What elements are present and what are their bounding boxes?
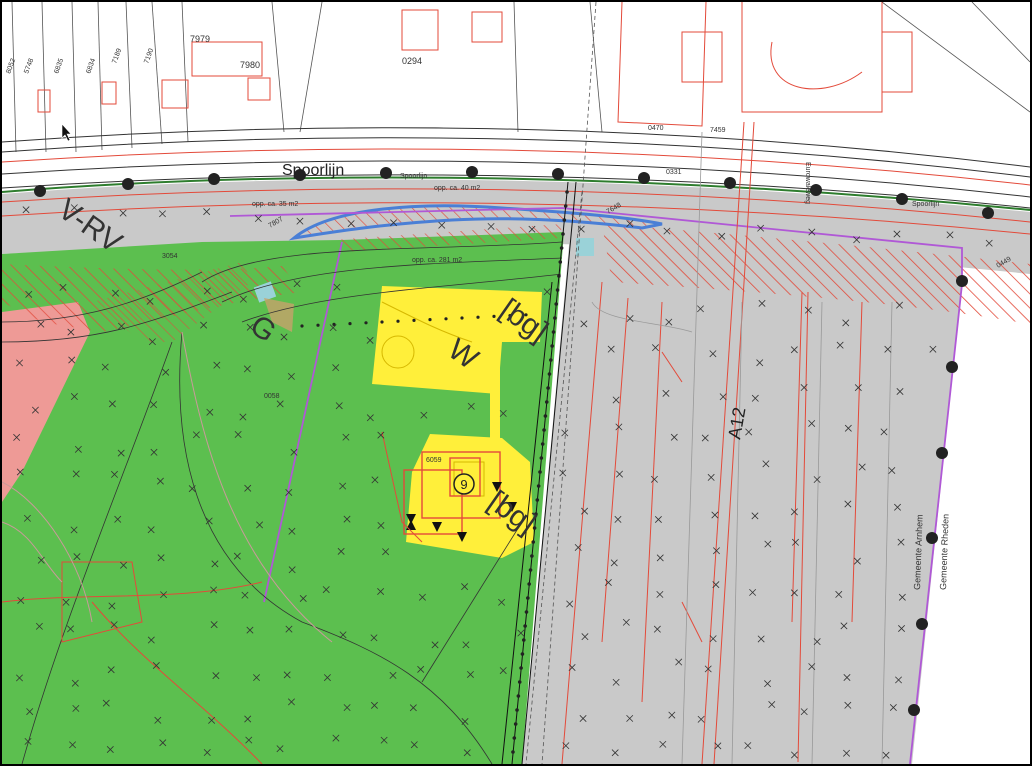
parcel-number: 7979 — [190, 34, 210, 44]
area-label-2: opp. ca. 40 m2 — [434, 185, 480, 192]
parcel-number: 0470 — [648, 125, 664, 132]
small-dot — [528, 568, 533, 572]
small-dot — [515, 708, 519, 712]
small-dot — [521, 638, 526, 642]
small-dot — [300, 324, 304, 328]
small-dot — [531, 540, 536, 544]
small-dot — [562, 218, 567, 222]
small-dot — [536, 484, 541, 488]
small-dot — [364, 321, 368, 325]
small-dot — [542, 428, 546, 432]
eurowaleweg-label: Eurowaleweg — [804, 162, 811, 204]
parcel-number: 7980 — [240, 60, 260, 70]
small-dot — [565, 190, 569, 194]
small-dot — [524, 610, 529, 614]
small-dot — [428, 318, 432, 322]
small-dot — [540, 442, 545, 446]
small-dot — [520, 652, 525, 656]
small-dot — [316, 323, 320, 327]
small-dot — [511, 750, 515, 754]
small-dot — [553, 316, 557, 320]
small-dot — [538, 470, 542, 474]
small-dot — [348, 322, 352, 326]
small-dot — [519, 666, 523, 670]
parcel-number: 0294 — [402, 56, 422, 66]
spoorlijn-label-small-1: Spoorlijn — [400, 173, 427, 180]
parcel-number: 3054 — [162, 253, 178, 260]
small-dot — [526, 596, 530, 600]
small-dot — [532, 526, 537, 530]
small-dot — [547, 372, 552, 376]
spoorlijn-label-small-2: Spoorlijn — [912, 201, 939, 208]
small-dot — [543, 414, 548, 418]
small-dot — [513, 722, 518, 726]
parcel-number: 0331 — [666, 169, 682, 176]
small-dot — [516, 694, 521, 698]
zoning-map[interactable]: 9 V-RV G W [bg] [bg] A12 Spoorlijn Spoor… — [2, 2, 1030, 764]
small-dot — [554, 302, 559, 306]
small-dot — [396, 319, 400, 323]
small-dot — [460, 316, 464, 320]
small-dot — [558, 260, 563, 264]
small-dot — [549, 358, 553, 362]
height-marker-text: 9 — [460, 477, 467, 492]
small-dot — [517, 680, 522, 684]
small-dot — [555, 288, 560, 292]
small-dot — [551, 330, 556, 334]
map-viewer[interactable]: 9 V-RV G W [bg] [bg] A12 Spoorlijn Spoor… — [0, 0, 1032, 766]
small-dot — [557, 274, 561, 278]
parcel-number: 6059 — [426, 457, 442, 464]
spoorlijn-label-big: Spoorlijn — [282, 162, 344, 179]
small-dot — [550, 344, 554, 348]
small-dot — [412, 318, 416, 322]
small-dot — [563, 204, 568, 208]
small-dot — [535, 498, 540, 502]
small-dot — [544, 400, 549, 404]
small-dot — [444, 317, 448, 321]
parcel-number: 7459 — [710, 127, 726, 134]
small-dot — [559, 246, 564, 250]
small-dot — [476, 315, 480, 319]
small-dot — [527, 582, 531, 586]
area-label-1: opp. ca. 35 m2 — [252, 201, 298, 208]
area-label-3: opp. ca. 281 m2 — [412, 257, 462, 264]
small-dot — [380, 320, 384, 324]
small-dot — [523, 624, 527, 628]
small-dot — [539, 456, 544, 460]
small-dot — [561, 232, 565, 236]
small-dot — [530, 554, 534, 558]
parcel-number: 0058 — [264, 393, 280, 400]
small-dot — [546, 386, 550, 390]
small-dot — [512, 736, 517, 740]
